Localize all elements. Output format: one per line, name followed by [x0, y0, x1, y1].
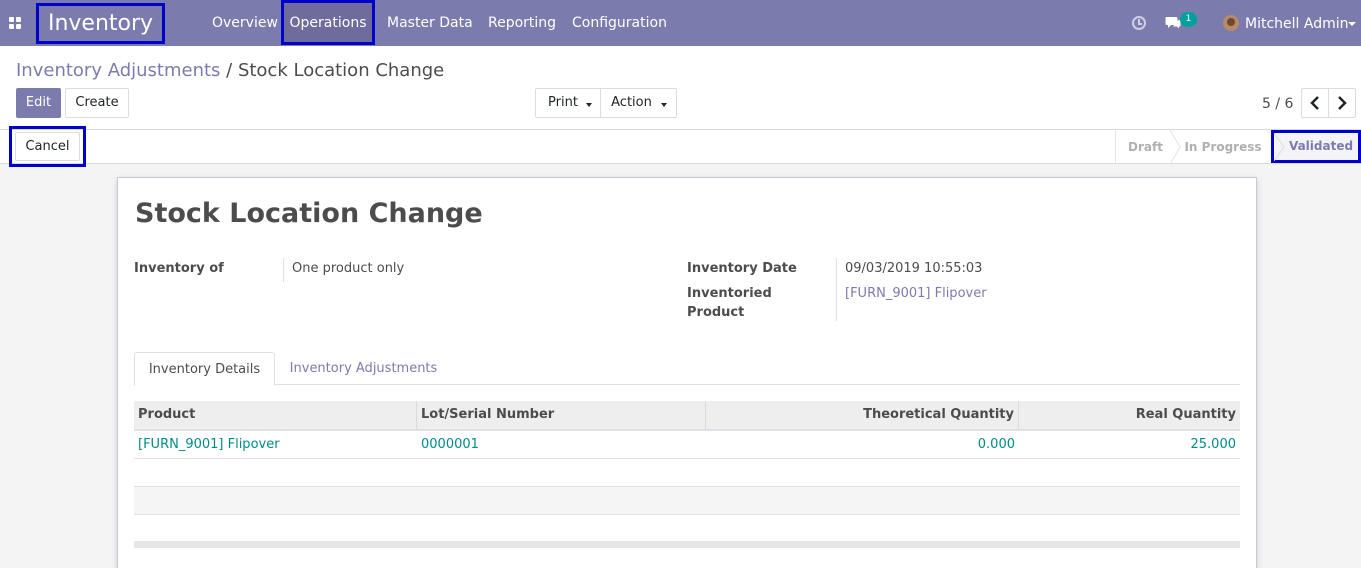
- app-brand[interactable]: Inventory: [36, 3, 165, 44]
- form-sheet: Stock Location Change Inventory of One p…: [117, 177, 1257, 568]
- chevron-right-icon: [1338, 96, 1347, 110]
- breadcrumb-current: Stock Location Change: [237, 60, 445, 81]
- cell-real-qty: 25.000: [1190, 437, 1237, 452]
- column-header-lot[interactable]: Lot/Serial Number: [417, 401, 706, 429]
- cancel-highlight: Cancel: [9, 126, 86, 167]
- menu-operations[interactable]: Operations: [281, 0, 375, 45]
- table-row[interactable]: [FURN_9001] Flipover 0000001 0.000 25.00…: [134, 431, 1240, 459]
- cell-theoretical-qty: 0.000: [977, 437, 1015, 452]
- print-button-label: Print: [548, 95, 578, 110]
- create-button[interactable]: Create: [65, 88, 129, 118]
- table-header: Product Lot/Serial Number Theoretical Qu…: [134, 401, 1240, 431]
- inventory-of-value: One product only: [292, 261, 405, 276]
- table-row-empty: [134, 487, 1240, 515]
- inventory-date-label: Inventory Date: [687, 261, 797, 276]
- table-row-empty: [134, 514, 1240, 542]
- chat-icon[interactable]: [1165, 16, 1181, 30]
- edit-button[interactable]: Edit: [16, 88, 61, 118]
- record-title: Stock Location Change: [135, 198, 483, 229]
- stage-in-progress: In Progress: [1184, 140, 1262, 154]
- chevron-left-icon: [1310, 96, 1319, 110]
- action-caret-icon: [661, 103, 667, 107]
- field-divider: [283, 258, 284, 282]
- inventoried-product-label: Inventoried Product: [687, 284, 772, 322]
- menu-master-data[interactable]: Master Data: [387, 0, 473, 46]
- tab-inventory-adjustments[interactable]: Inventory Adjustments: [276, 352, 451, 385]
- inventoried-product-label-line2: Product: [687, 305, 745, 320]
- user-menu-name[interactable]: Mitchell Admin: [1245, 0, 1349, 48]
- user-menu-caret-icon[interactable]: [1348, 22, 1356, 26]
- column-header-product[interactable]: Product: [134, 401, 417, 429]
- stage-separator-arrow-icon: [1274, 133, 1285, 161]
- menu-configuration[interactable]: Configuration: [572, 0, 667, 46]
- apps-menu-icon[interactable]: [9, 17, 22, 30]
- control-panel: Inventory Adjustments / Stock Location C…: [0, 46, 1361, 130]
- inventory-of-label: Inventory of: [134, 261, 224, 276]
- stage-draft: Draft: [1115, 130, 1175, 164]
- pager-next-button[interactable]: [1328, 88, 1356, 118]
- user-avatar[interactable]: [1223, 15, 1239, 31]
- cell-lot[interactable]: 0000001: [417, 431, 706, 459]
- notebook-tabs: Inventory Details Inventory Adjustments: [134, 352, 1240, 386]
- action-button-label: Action: [611, 95, 652, 110]
- menu-reporting[interactable]: Reporting: [488, 0, 556, 46]
- pager-previous-button[interactable]: [1301, 88, 1329, 118]
- breadcrumb-separator: /: [220, 60, 238, 81]
- column-header-theoretical-qty[interactable]: Theoretical Quantity: [706, 401, 1019, 429]
- activity-clock-icon[interactable]: [1132, 16, 1146, 30]
- print-caret-icon: [586, 103, 592, 107]
- table-row-empty: [134, 459, 1240, 487]
- field-divider: [836, 258, 837, 321]
- breadcrumb-parent[interactable]: Inventory Adjustments: [16, 60, 220, 81]
- breadcrumb: Inventory Adjustments / Stock Location C…: [16, 60, 444, 81]
- action-button[interactable]: Action: [600, 88, 677, 118]
- status-bar: Cancel Draft In Progress Validated: [0, 126, 1361, 167]
- cancel-button[interactable]: Cancel: [15, 132, 80, 161]
- column-header-real-qty[interactable]: Real Quantity: [1019, 401, 1240, 429]
- chat-count-badge: 1: [1180, 12, 1197, 27]
- menu-overview[interactable]: Overview: [212, 0, 278, 46]
- print-button[interactable]: Print: [535, 88, 601, 118]
- cell-product[interactable]: [FURN_9001] Flipover: [134, 431, 417, 459]
- inventory-date-value: 09/03/2019 10:55:03: [845, 261, 983, 276]
- pager-value[interactable]: 5 / 6: [1262, 96, 1293, 112]
- inventoried-product-link[interactable]: [FURN_9001] Flipover: [845, 284, 987, 303]
- top-navbar: Inventory Overview Operations Master Dat…: [0, 0, 1361, 46]
- tab-inventory-details[interactable]: Inventory Details: [134, 352, 275, 386]
- table-footer: [134, 541, 1240, 548]
- inventoried-product-label-line1: Inventoried: [687, 286, 772, 301]
